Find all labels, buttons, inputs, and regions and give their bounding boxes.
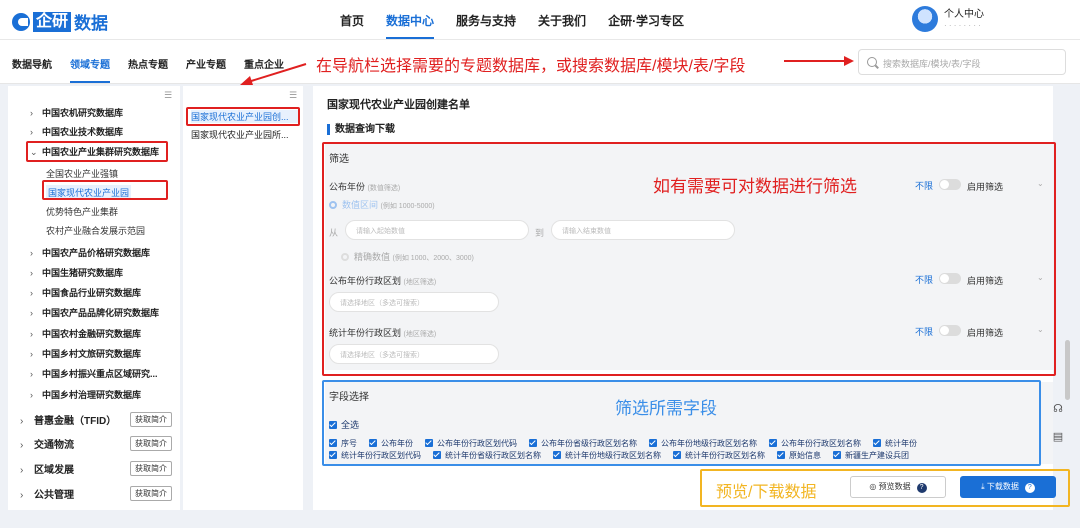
section-title: 数据查询下载 [327,124,395,135]
nav-learning[interactable]: 企研·学习专区 [608,12,684,39]
category-item[interactable]: › 交通物流 [20,436,74,451]
tree-item[interactable]: › 中国食品行业研究数据库 [30,286,141,299]
main-nav: 首页 数据中心 服务与支持 关于我们 企研·学习专区 [340,12,684,39]
document-icon[interactable]: ▤ [1050,430,1066,446]
collapse-menu-icon[interactable]: ☰ [289,90,297,101]
search-icon [867,57,877,67]
highlight-box-table [186,107,300,126]
table-item[interactable]: 国家现代农业产业园所... [191,128,299,141]
headset-icon[interactable]: ☊ [1050,402,1066,418]
highlight-box-db [26,141,168,162]
highlight-box-filter [322,142,1056,376]
logo[interactable]: 企研 数据 [12,9,108,34]
eye-icon: ◎ [869,482,879,491]
nav-hint-annotation: 在导航栏选择需要的专题数据库，或搜索数据库/模块/表/字段 [316,58,746,75]
highlight-box-fields [322,380,1041,466]
search-input[interactable]: 搜索数据库/模块/表/字段 [858,49,1066,75]
preview-data-button[interactable]: ◎ 预览数据? [850,476,946,498]
intro-button[interactable]: 获取简介 [130,412,172,427]
main-scrollbar[interactable] [1065,340,1070,400]
help-icon[interactable]: ? [1024,483,1035,493]
nav-data-center[interactable]: 数据中心 [386,12,435,39]
sub-item[interactable]: 农村产业融合发展示范园 [46,224,145,237]
sub-item[interactable]: 优势特色产业集群 [46,205,118,218]
logo-mark-icon [12,12,30,31]
arrow-down-left-icon [240,63,307,85]
intro-button[interactable]: 获取简介 [130,486,172,501]
intro-button[interactable]: 获取简介 [130,436,172,451]
search-placeholder: 搜索数据库/模块/表/字段 [883,59,981,69]
highlight-box-sub [42,180,168,200]
table-list-panel: ☰ 国家现代农业产业园创... 国家现代农业产业园所... [183,86,303,510]
user-center[interactable]: 个人中心 · · · · · · · · [912,6,984,32]
tree-item[interactable]: › 中国农产品价格研究数据库 [30,246,150,259]
category-item[interactable]: › 公共管理 [20,486,74,501]
tree-item[interactable]: › 中国乡村治理研究数据库 [30,388,141,401]
nav-home[interactable]: 首页 [340,12,364,39]
tree-item[interactable]: › 中国乡村振兴重点区域研究... [30,367,158,380]
top-header: 企研 数据 首页 数据中心 服务与支持 关于我们 企研·学习专区 个人中心 · … [0,0,1080,40]
page-title: 国家现代农业产业园创建名单 [327,99,470,111]
category-item[interactable]: › 区域发展 [20,461,74,476]
tab-hot[interactable]: 热点专题 [128,56,168,83]
logo-box-text: 企研 [33,11,72,32]
sub-nav: 数据导航 领域专题 热点专题 产业专题 重点企业 在导航栏选择需要的专题数据库，… [0,40,1080,85]
collapse-menu-icon[interactable]: ☰ [164,90,172,101]
tree-item[interactable]: › 中国乡村文旅研究数据库 [30,347,141,360]
tab-data-nav[interactable]: 数据导航 [12,56,52,83]
nav-about[interactable]: 关于我们 [538,12,586,39]
download-data-button[interactable]: ⤓ 下载数据? [960,476,1056,498]
tree-item[interactable]: › 中国农产品品牌化研究数据库 [30,306,159,319]
tree-item[interactable]: › 中国生猪研究数据库 [30,266,123,279]
category-item[interactable]: › 普惠金融（TFID） [20,412,116,427]
tree-item[interactable]: › 中国农机研究数据库 [30,106,123,119]
nav-service[interactable]: 服务与支持 [456,12,516,39]
avatar[interactable] [912,6,938,32]
sub-item[interactable]: 全国农业产业强镇 [46,167,118,180]
tab-industry[interactable]: 产业专题 [186,56,226,83]
arrow-right-icon [784,56,854,66]
tree-item[interactable]: › 中国农业技术数据库 [30,125,123,138]
download-hint-annotation: 预览/下载数据 [716,484,817,501]
user-name: · · · · · · · · [944,20,981,30]
logo-text: 数据 [74,14,109,33]
tree-item[interactable]: › 中国农村金融研究数据库 [30,327,141,340]
help-icon[interactable]: ? [916,483,927,493]
intro-button[interactable]: 获取简介 [130,461,172,476]
user-center-label: 个人中心 [944,8,984,20]
tab-domain[interactable]: 领域专题 [70,56,110,83]
